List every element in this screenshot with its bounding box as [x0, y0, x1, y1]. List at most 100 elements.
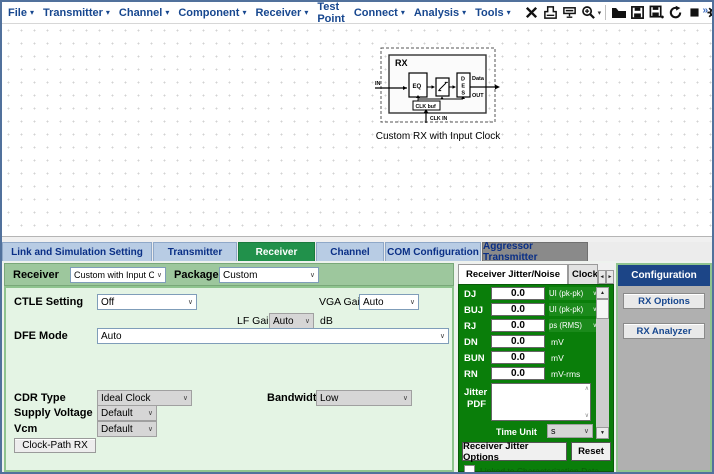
menu-label: Analysis: [414, 7, 459, 19]
chevron-down-icon: ▾: [507, 8, 511, 17]
spin-up-icon[interactable]: ∧: [585, 385, 589, 392]
linked-to-characterization-checkbox[interactable]: [464, 465, 475, 474]
dj-value-input[interactable]: [491, 287, 545, 300]
des-letter: S: [461, 91, 465, 97]
reset-button[interactable]: Reset: [571, 442, 611, 461]
time-unit-select[interactable]: s ∨: [547, 424, 593, 438]
zoom-tool-icon[interactable]: [580, 4, 597, 21]
clk-in-label: CLK IN: [430, 116, 448, 122]
select-value: ps (RMS): [549, 321, 593, 330]
save-as-icon[interactable]: [648, 4, 665, 21]
ctle-setting-select[interactable]: Off ∨: [97, 294, 197, 310]
button-label: RX Analyzer: [636, 326, 691, 337]
refresh-icon[interactable]: [667, 4, 684, 21]
tab-scroll-right-icon[interactable]: ►: [606, 270, 614, 284]
menu-label: Channel: [119, 7, 162, 19]
vga-gain-select[interactable]: Auto ∨: [359, 294, 419, 310]
tab-scroll-left-icon[interactable]: ◄: [598, 270, 606, 284]
chevron-down-icon: ▾: [30, 8, 34, 17]
configuration-title: Configuration: [631, 270, 697, 281]
bandwidth-select[interactable]: Low ∨: [316, 390, 412, 406]
buj-unit-select[interactable]: UI (pk-pk)∨: [549, 303, 599, 316]
menu-component[interactable]: Component▾: [178, 7, 246, 19]
schematic-canvas[interactable]: RX IN EQ D E S Data OUT: [2, 24, 712, 236]
probe-icon[interactable]: [561, 4, 578, 21]
jitter-pdf-input[interactable]: ∧ ∨: [491, 383, 591, 421]
menu-analysis[interactable]: Analysis▾: [414, 7, 466, 19]
tab-label: Link and Simulation Setting: [11, 247, 143, 258]
dj-unit-select[interactable]: UI (pk-pk)∨: [549, 287, 599, 300]
chevron-down-icon: ▾: [462, 8, 466, 17]
toolbar: ▾: [522, 4, 714, 21]
menu-file[interactable]: File▾: [8, 7, 34, 19]
tab-com-configuration[interactable]: COM Configuration: [385, 242, 481, 261]
scroll-up-icon[interactable]: ▲: [596, 287, 609, 299]
menu-channel[interactable]: Channel▾: [119, 7, 169, 19]
tab-link-and-simulation-setting[interactable]: Link and Simulation Setting: [2, 242, 152, 261]
clock-path-rx-button[interactable]: Clock-Path RX: [14, 438, 96, 453]
menu-test-point[interactable]: Test Point: [317, 1, 345, 25]
balance-icon[interactable]: [542, 4, 559, 21]
supply-voltage-select[interactable]: Default ∨: [97, 405, 157, 421]
delete-icon[interactable]: [523, 4, 540, 21]
save-icon[interactable]: [629, 4, 646, 21]
receiver-settings-panel: Receiver Custom with Input Clock ∨ Packa…: [4, 263, 454, 472]
in-label: IN: [375, 81, 381, 87]
ctle-setting-label: CTLE Setting: [14, 296, 83, 308]
receiver-jitter-options-button[interactable]: Receiver Jitter Options: [462, 442, 567, 461]
menu-tools[interactable]: Tools▾: [475, 7, 511, 19]
rx-symbol[interactable]: RX IN EQ D E S Data OUT: [374, 47, 502, 142]
jitter-tab-strip: Receiver Jitter/Noise Clock R ◄ ►: [458, 263, 614, 284]
chevron-down-icon: ∨: [437, 332, 448, 340]
jitter-pdf-label: PDF: [467, 399, 486, 410]
menu-transmitter[interactable]: Transmitter▾: [43, 7, 110, 19]
lf-gain-select[interactable]: Auto ∨: [269, 313, 314, 329]
buj-value-input[interactable]: [491, 303, 545, 316]
stop-icon[interactable]: [686, 4, 703, 21]
rx-analyzer-button[interactable]: RX Analyzer: [623, 323, 705, 339]
button-label: RX Options: [638, 296, 690, 307]
vertical-scrollbar[interactable]: ▲ ▼: [596, 287, 609, 439]
menu-connect[interactable]: Connect▾: [354, 7, 405, 19]
spin-down-icon[interactable]: ∨: [585, 412, 589, 419]
open-icon[interactable]: [610, 4, 627, 21]
package-label: Package: [174, 269, 219, 281]
rx-options-button[interactable]: RX Options: [623, 293, 705, 309]
scrollbar-thumb[interactable]: [596, 299, 609, 319]
receiver-model-select[interactable]: Custom with Input Clock ∨: [70, 267, 166, 283]
package-select[interactable]: Custom ∨: [219, 267, 319, 283]
dfe-mode-select[interactable]: Auto ∨: [97, 328, 449, 344]
select-value: UI (pk-pk): [549, 305, 593, 314]
vcm-select[interactable]: Default ∨: [97, 421, 157, 437]
tab-receiver-jitter-noise[interactable]: Receiver Jitter/Noise: [458, 264, 568, 284]
tab-clock-recovery[interactable]: Clock R: [568, 264, 598, 284]
tab-transmitter[interactable]: Transmitter: [153, 242, 237, 261]
bun-label: BUN: [464, 353, 485, 364]
rj-value-input[interactable]: [491, 319, 545, 332]
rn-value-input[interactable]: [491, 367, 545, 380]
menu-label: Component: [178, 7, 239, 19]
des-letter: E: [461, 84, 465, 90]
menu-label: Tools: [475, 7, 504, 19]
tab-aggressor-transmitter[interactable]: Aggressor Transmitter: [482, 242, 588, 261]
tab-channel[interactable]: Channel: [316, 242, 384, 261]
rj-unit-select[interactable]: ps (RMS)∨: [549, 319, 599, 332]
receiver-header: Receiver Custom with Input Clock ∨ Packa…: [4, 263, 454, 286]
tab-receiver[interactable]: Receiver: [238, 242, 315, 261]
tab-label: Receiver Jitter/Noise: [466, 269, 560, 280]
cdr-type-select[interactable]: Ideal Clock ∨: [97, 390, 192, 406]
chevron-down-icon: ▾: [242, 8, 246, 17]
menu-receiver[interactable]: Receiver▾: [255, 7, 308, 19]
jitter-pdf-label: Jitter: [464, 387, 487, 398]
vcm-label: Vcm: [14, 423, 37, 435]
scroll-down-icon[interactable]: ▼: [596, 427, 609, 439]
bun-value-input[interactable]: [491, 351, 545, 364]
menu-label: Receiver: [255, 7, 301, 19]
bandwidth-label: Bandwidth: [267, 392, 323, 404]
chevron-down-icon[interactable]: ▾: [598, 9, 602, 17]
button-label: Receiver Jitter Options: [463, 441, 566, 463]
select-value: Custom with Input Clock: [71, 270, 154, 280]
dn-value-input[interactable]: [491, 335, 545, 348]
chevron-down-icon: ▾: [165, 8, 169, 17]
toolbar-overflow-icon[interactable]: »: [702, 5, 708, 16]
